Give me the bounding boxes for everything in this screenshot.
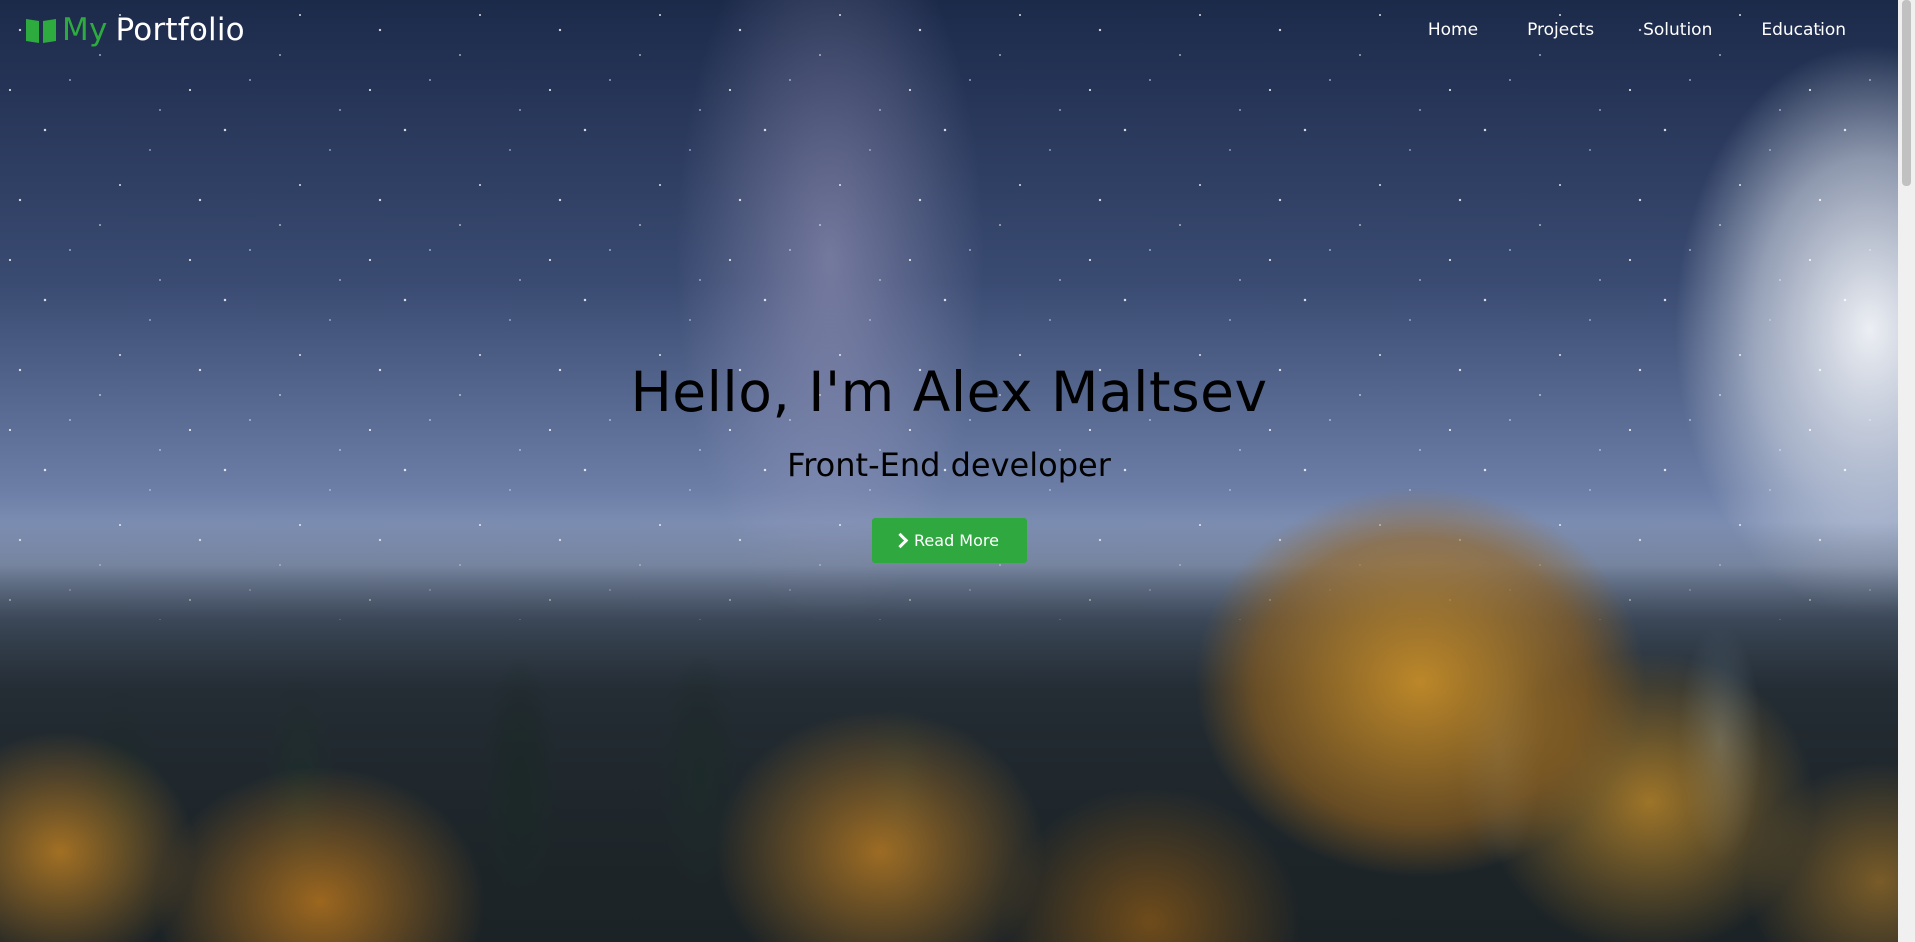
- nav-solution[interactable]: Solution: [1643, 20, 1712, 40]
- hero-content: Hello, I'm Alex Maltsev Front-End develo…: [0, 360, 1898, 563]
- nav-projects[interactable]: Projects: [1527, 20, 1594, 40]
- read-more-button[interactable]: Read More: [871, 518, 1027, 563]
- nav-education[interactable]: Education: [1761, 20, 1846, 40]
- brand-portfolio: Portfolio: [115, 12, 245, 48]
- open-book-icon: [26, 19, 56, 43]
- brand-my: My: [62, 12, 108, 48]
- nav-home[interactable]: Home: [1428, 20, 1478, 40]
- brand-logo[interactable]: My Portfolio: [24, 12, 245, 48]
- main-nav: Home Projects Solution Education: [1379, 20, 1846, 40]
- hero-subtitle: Front-End developer: [787, 446, 1111, 484]
- read-more-label: Read More: [914, 531, 999, 550]
- hero-title: Hello, I'm Alex Maltsev: [630, 360, 1268, 424]
- navbar: My Portfolio Home Projects Solution Educ…: [0, 0, 1898, 60]
- page-scrollbar[interactable]: [1898, 0, 1915, 942]
- scrollbar-thumb[interactable]: [1902, 0, 1911, 186]
- chevron-right-icon: [892, 532, 909, 549]
